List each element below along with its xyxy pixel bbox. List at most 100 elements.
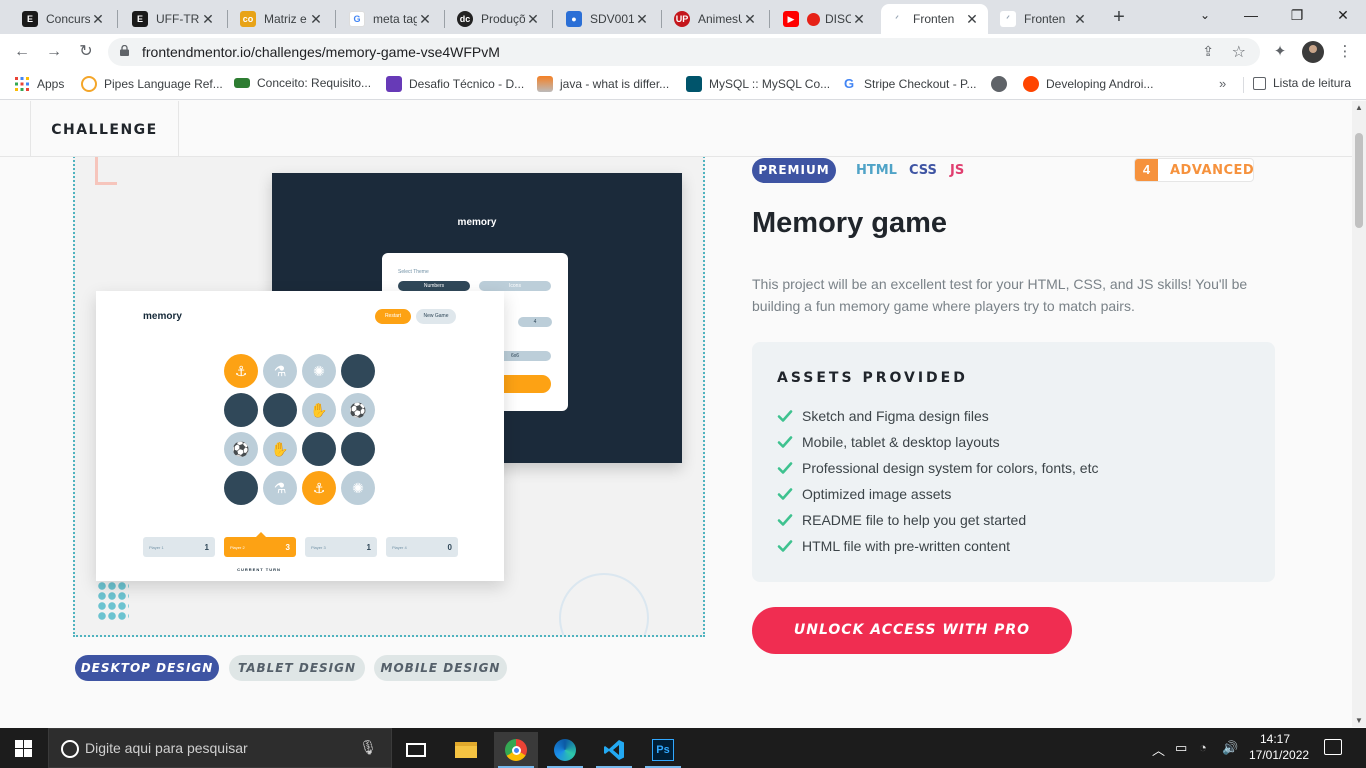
- asset-item: Mobile, tablet & desktop layouts: [777, 434, 1000, 450]
- scroll-down-icon[interactable]: ▼: [1355, 716, 1363, 725]
- chrome-center: [511, 745, 521, 755]
- check-icon: [777, 436, 793, 448]
- battery-icon[interactable]: ▭: [1175, 740, 1187, 756]
- game-tile-closed: [341, 432, 375, 466]
- more-bookmarks-icon[interactable]: »: [1219, 76, 1226, 91]
- close-window-button[interactable]: ✕: [1320, 0, 1366, 30]
- close-tab-icon[interactable]: ✕: [964, 11, 980, 28]
- reload-icon[interactable]: ↻: [74, 40, 98, 64]
- close-tab-icon[interactable]: ✕: [90, 11, 106, 28]
- frontendmentor-icon: ᐟ: [889, 11, 905, 27]
- browser-tab[interactable]: co Matriz e ✕: [232, 4, 332, 34]
- bookmark-item[interactable]: Developing Androi...: [1023, 76, 1153, 92]
- bookmark-item[interactable]: [991, 76, 1014, 92]
- file-explorer-icon[interactable]: [444, 732, 488, 768]
- site-header: CHALLENGE: [0, 101, 1352, 157]
- bookmark-item[interactable]: Conceito: Requisito...: [234, 76, 371, 90]
- task-view-icon[interactable]: [394, 732, 438, 768]
- pipes-icon: [81, 76, 97, 92]
- close-tab-icon[interactable]: ✕: [634, 11, 650, 28]
- desktop-design-button[interactable]: DESKTOP DESIGN: [75, 655, 219, 681]
- asset-item: README file to help you get started: [777, 512, 1026, 528]
- browser-tab[interactable]: ● SDV001 ✕: [558, 4, 658, 34]
- network-icon[interactable]: ◔: [1199, 740, 1207, 755]
- reading-list-button[interactable]: Lista de leitura: [1253, 76, 1351, 90]
- forward-icon[interactable]: →: [42, 40, 66, 64]
- taskbar-search-box[interactable]: Digite aqui para pesquisar 🎙: [48, 728, 392, 768]
- scrollbar-thumb[interactable]: [1355, 133, 1363, 228]
- page-scrollbar[interactable]: ▲ ▼: [1352, 101, 1366, 727]
- tab-divider: [444, 10, 445, 28]
- menu-kebab-icon[interactable]: ⋮: [1334, 42, 1356, 64]
- unlock-pro-button[interactable]: UNLOCK ACCESS WITH PRO: [752, 607, 1072, 654]
- windows-start-icon[interactable]: [15, 740, 32, 757]
- notifications-icon[interactable]: [1324, 739, 1342, 755]
- tab-divider: [117, 10, 118, 28]
- browser-tab[interactable]: E UFF-TRN ✕: [124, 4, 224, 34]
- chrome-icon[interactable]: [494, 732, 538, 768]
- asset-item: HTML file with pre-written content: [777, 538, 1010, 554]
- browser-tab[interactable]: E Concurs ✕: [14, 4, 114, 34]
- back-icon[interactable]: ←: [10, 40, 34, 64]
- microphone-icon[interactable]: 🎙: [359, 739, 377, 756]
- restore-button[interactable]: ❐: [1274, 0, 1320, 30]
- scroll-up-icon[interactable]: ▲: [1355, 103, 1363, 112]
- game-tile-closed: [224, 471, 258, 505]
- bookmark-star-icon[interactable]: ☆: [1232, 42, 1246, 62]
- mockup-logo: memory: [143, 311, 182, 322]
- player-score: Player 31: [305, 537, 377, 557]
- show-hidden-icons[interactable]: ︿: [1152, 740, 1165, 759]
- design-preview-image[interactable]: memory Select Theme Numbers Icons 4 6x6 …: [73, 141, 705, 637]
- bookmark-item[interactable]: Pipes Language Ref...: [81, 76, 223, 92]
- forms-icon: [386, 76, 402, 92]
- address-bar[interactable]: frontendmentor.io/challenges/memory-game…: [108, 38, 1260, 66]
- game-tile-open: ✺: [341, 471, 375, 505]
- minimize-button[interactable]: —: [1228, 0, 1274, 30]
- close-tab-icon[interactable]: ✕: [525, 11, 541, 28]
- lock-icon: [120, 45, 129, 56]
- close-tab-icon[interactable]: ✕: [308, 11, 324, 28]
- stackoverflow-icon: [537, 76, 553, 92]
- grid-4-pill: 4: [518, 317, 552, 327]
- share-icon[interactable]: ⇪: [1202, 43, 1214, 60]
- tab-divider: [769, 10, 770, 28]
- photoshop-icon[interactable]: Ps: [641, 732, 685, 768]
- difficulty-level-label: ADVANCED: [1170, 163, 1255, 178]
- volume-icon[interactable]: 🔊: [1222, 740, 1238, 756]
- mobile-design-button[interactable]: MOBILE DESIGN: [374, 655, 507, 681]
- challenge-tab[interactable]: CHALLENGE: [30, 101, 179, 157]
- tab-search-icon[interactable]: ⌄: [1182, 0, 1228, 30]
- close-tab-icon[interactable]: ✕: [200, 11, 216, 28]
- new-tab-button[interactable]: +: [1106, 4, 1132, 30]
- browser-tab[interactable]: ᐟ Fronten ✕: [992, 4, 1096, 34]
- extensions-icon[interactable]: ✦: [1269, 42, 1291, 64]
- close-tab-icon[interactable]: ✕: [851, 11, 867, 28]
- decorative-dots: [97, 581, 129, 621]
- url-text[interactable]: frontendmentor.io/challenges/memory-game…: [142, 44, 500, 60]
- system-clock[interactable]: 14:17 17/01/2022: [1249, 731, 1309, 763]
- bookmark-item[interactable]: G Stripe Checkout - P...: [841, 76, 977, 92]
- tablet-design-button[interactable]: TABLET DESIGN: [229, 655, 365, 681]
- browser-toolbar: ← → ↻ frontendmentor.io/challenges/memor…: [0, 34, 1366, 70]
- language-tag-html: HTML: [856, 163, 897, 178]
- game-tile-open: ✋: [263, 432, 297, 466]
- e-icon: E: [132, 11, 148, 27]
- game-tile-closed: [302, 432, 336, 466]
- browser-tab[interactable]: ▶ DISC ✕: [775, 4, 875, 34]
- bookmark-item[interactable]: Desafio Técnico - D...: [386, 76, 524, 92]
- bookmark-apps[interactable]: Apps: [14, 76, 64, 92]
- close-tab-icon[interactable]: ✕: [742, 11, 758, 28]
- browser-tab[interactable]: dc Produçõ ✕: [449, 4, 549, 34]
- close-tab-icon[interactable]: ✕: [417, 11, 433, 28]
- game-tile-closed: [263, 393, 297, 427]
- edge-icon[interactable]: [543, 732, 587, 768]
- close-tab-icon[interactable]: ✕: [1072, 11, 1088, 28]
- browser-tab[interactable]: UP AnimesU ✕: [666, 4, 766, 34]
- browser-tab[interactable]: G meta tag ✕: [341, 4, 441, 34]
- bookmark-item[interactable]: java - what is differ...: [537, 76, 669, 92]
- user-icon: ●: [566, 11, 582, 27]
- profile-avatar[interactable]: [1302, 41, 1324, 63]
- vscode-icon[interactable]: [592, 732, 636, 768]
- bookmark-item[interactable]: MySQL :: MySQL Co...: [686, 76, 830, 92]
- browser-tab-active[interactable]: ᐟ Fronten ✕: [881, 4, 988, 34]
